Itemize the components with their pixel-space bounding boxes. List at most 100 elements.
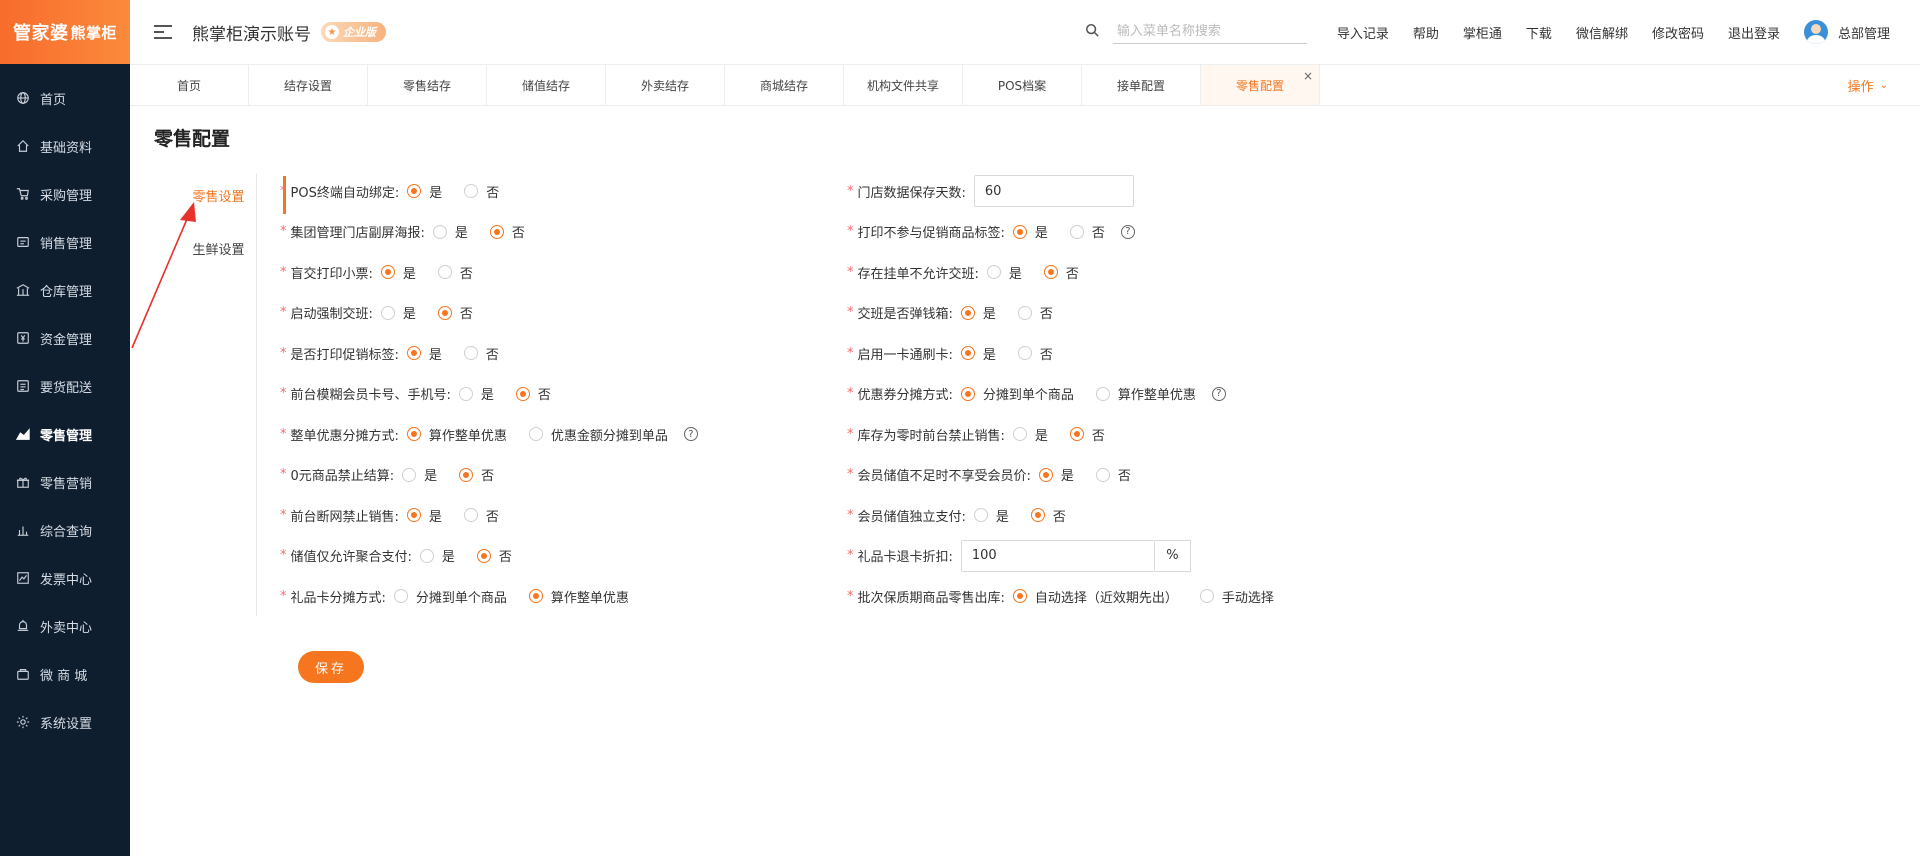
radio-circle[interactable] [406, 346, 421, 360]
radio-circle[interactable] [380, 305, 395, 320]
sidebar-item-13[interactable]: 系统设置 [0, 698, 130, 746]
radio-option[interactable]: 是 [986, 263, 1022, 282]
radio-option[interactable]: 否 [1095, 465, 1131, 484]
sidebar-item-1[interactable]: 基础资料 [0, 122, 130, 170]
radio-circle[interactable] [1069, 224, 1084, 239]
radio-option[interactable]: 否 [437, 263, 473, 282]
radio-circle[interactable] [459, 467, 474, 482]
radio-option[interactable]: 是 [402, 465, 437, 484]
radio-option[interactable]: 否 [463, 344, 499, 363]
tab-4[interactable]: 外卖结存 [606, 65, 725, 105]
sidebar-item-4[interactable]: 仓库管理 [0, 266, 130, 314]
radio-circle[interactable] [463, 508, 478, 522]
radio-circle[interactable] [528, 589, 543, 603]
radio-circle[interactable] [515, 386, 530, 401]
radio-circle[interactable] [463, 346, 478, 360]
header-link-2[interactable]: 掌柜通 [1463, 23, 1502, 42]
radio-option[interactable]: 否 [476, 546, 512, 565]
menu-toggle-icon[interactable] [154, 23, 172, 41]
sidebar-item-3[interactable]: 销售管理 [0, 218, 130, 266]
sidebar-item-2[interactable]: 采购管理 [0, 170, 130, 218]
radio-option[interactable]: 是 [1038, 465, 1074, 484]
tab-9[interactable]: 零售配置 × [1201, 65, 1320, 105]
radio-option[interactable]: 是 [406, 506, 442, 525]
header-link-5[interactable]: 修改密码 [1652, 23, 1704, 42]
tab-7[interactable]: POS档案 [963, 65, 1082, 105]
tab-5[interactable]: 商城结存 [725, 65, 844, 105]
radio-option[interactable]: 是 [960, 303, 996, 322]
radio-circle[interactable] [1012, 427, 1027, 441]
radio-circle[interactable] [406, 508, 421, 522]
radio-option[interactable]: 是 [1012, 222, 1048, 241]
radio-circle[interactable] [1199, 589, 1214, 603]
radio-circle[interactable] [960, 346, 975, 360]
radio-option[interactable]: 是 [407, 182, 442, 201]
radio-option[interactable]: 分摊到单个商品 [393, 587, 507, 606]
radio-circle[interactable] [1043, 265, 1058, 279]
close-icon[interactable]: × [1303, 69, 1313, 83]
radio-option[interactable]: 否 [1069, 222, 1105, 241]
tab-6[interactable]: 机构文件共享 [844, 65, 963, 105]
radio-circle[interactable] [476, 548, 491, 563]
tab-2[interactable]: 零售结存 [368, 65, 487, 105]
sidebar-item-5[interactable]: 资金管理 [0, 314, 130, 362]
search-icon[interactable] [1085, 23, 1099, 41]
radio-option[interactable]: 否 [1043, 263, 1079, 282]
header-link-6[interactable]: 退出登录 [1728, 23, 1780, 42]
radio-circle[interactable] [1012, 589, 1027, 603]
radio-circle[interactable] [1038, 467, 1053, 482]
radio-option[interactable]: 否 [1030, 506, 1066, 525]
tab-1[interactable]: 结存设置 [249, 65, 368, 105]
radio-circle[interactable] [960, 305, 975, 320]
sidebar-item-9[interactable]: 综合查询 [0, 506, 130, 554]
radio-option[interactable]: 手动选择 [1199, 587, 1274, 606]
sidebar-item-6[interactable]: 要货配送 [0, 362, 130, 410]
radio-option[interactable]: 是 [380, 303, 416, 322]
radio-option[interactable]: 否 [437, 303, 473, 322]
radio-circle[interactable] [489, 224, 504, 239]
header-link-4[interactable]: 微信解绑 [1576, 23, 1628, 42]
logo[interactable]: 管家婆 熊掌柜 [0, 0, 130, 64]
radio-option[interactable]: 否 [515, 384, 551, 403]
radio-circle[interactable] [1069, 427, 1084, 441]
radio-option[interactable]: 否 [463, 506, 499, 525]
radio-option[interactable]: 否 [489, 222, 525, 241]
user-menu[interactable]: 总部管理 [1803, 20, 1890, 44]
search-input[interactable] [1112, 20, 1307, 44]
radio-option[interactable]: 是 [973, 506, 1009, 525]
radio-circle[interactable] [1017, 346, 1032, 360]
radio-circle[interactable] [960, 386, 975, 401]
setting-input[interactable] [973, 175, 1134, 207]
sidebar-item-0[interactable]: 首页 [0, 74, 130, 122]
radio-option[interactable]: 否 [1017, 344, 1053, 363]
radio-circle[interactable] [437, 265, 452, 279]
help-icon[interactable]: ? [1211, 386, 1226, 401]
sidebar-item-12[interactable]: 微 商 城 [0, 650, 130, 698]
radio-circle[interactable] [402, 467, 417, 482]
radio-option[interactable]: 否 [1017, 303, 1053, 322]
radio-circle[interactable] [407, 184, 422, 198]
radio-option[interactable]: 是 [419, 546, 455, 565]
radio-circle[interactable] [1012, 224, 1027, 239]
radio-option[interactable]: 否 [459, 465, 494, 484]
tab-0[interactable]: 首页 [130, 65, 249, 105]
radio-option[interactable]: 是 [406, 344, 442, 363]
radio-option[interactable]: 分摊到单个商品 [960, 384, 1074, 403]
radio-circle[interactable] [406, 427, 421, 441]
tabs-operations-button[interactable]: 操作 ⌄ [1848, 65, 1888, 105]
tab-8[interactable]: 接单配置 [1082, 65, 1201, 105]
radio-option[interactable]: 自动选择（近效期先出） [1012, 587, 1178, 606]
tab-3[interactable]: 储值结存 [487, 65, 606, 105]
radio-option[interactable]: 是 [1012, 425, 1048, 444]
sidebar-item-10[interactable]: 发票中心 [0, 554, 130, 602]
radio-option[interactable]: 否 [464, 182, 499, 201]
help-icon[interactable]: ? [683, 427, 698, 441]
radio-option[interactable]: 是 [432, 222, 468, 241]
radio-circle[interactable] [380, 265, 395, 279]
radio-circle[interactable] [1017, 305, 1032, 320]
sidebar-item-7[interactable]: 零售管理 [0, 410, 130, 458]
radio-circle[interactable] [1030, 508, 1045, 522]
save-button[interactable]: 保存 [298, 651, 364, 683]
radio-circle[interactable] [432, 224, 447, 239]
sidebar-item-8[interactable]: 零售营销 [0, 458, 130, 506]
